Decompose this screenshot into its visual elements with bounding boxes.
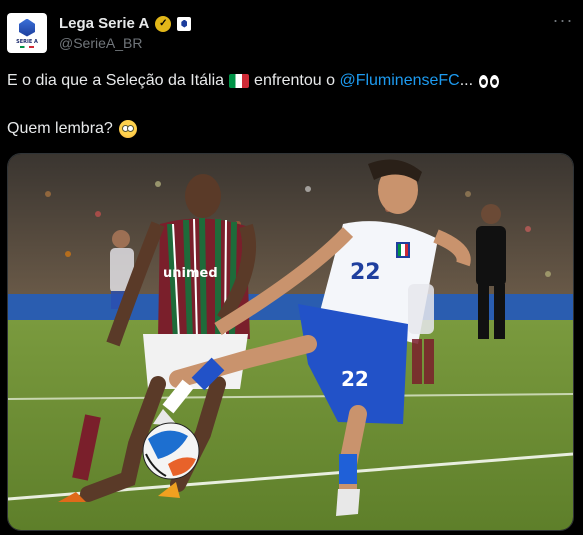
verified-badge-icon[interactable]: ✓ (155, 15, 172, 32)
tweet-text-part: E o dia que a Seleção da Itália (7, 72, 225, 89)
flushed-face-emoji-icon (118, 120, 137, 138)
football-match-photo: unimed 22 22 (8, 154, 573, 530)
avatar-text: SERIE A (16, 38, 38, 45)
italy-stripe-icon (20, 45, 34, 48)
author-handle[interactable]: @SerieA_BR (59, 35, 142, 51)
eyes-emoji-icon (479, 74, 500, 88)
affiliate-badge-icon[interactable] (177, 16, 192, 31)
author-avatar[interactable]: SERIE A (7, 13, 47, 53)
italy-flag-icon (229, 74, 250, 88)
jersey-number-shorts: 22 (341, 367, 369, 391)
tweet-card[interactable]: SERIE A Lega Serie A ✓ @SerieA_BR ··· E … (0, 0, 583, 535)
tweet-ellipsis: ... (459, 72, 474, 89)
more-options-icon[interactable]: ··· (550, 11, 576, 33)
tweet-media-photo[interactable]: unimed 22 22 (7, 153, 574, 531)
shirt-sponsor-text: unimed (163, 266, 218, 281)
author-name-row: Lega Serie A ✓ (59, 15, 192, 32)
author-display-name[interactable]: Lega Serie A (59, 15, 149, 32)
tweet-text-line-2: Quem lembra? (7, 120, 137, 138)
mention-link[interactable]: @FluminenseFC (339, 72, 459, 90)
jersey-number-shirt: 22 (350, 260, 381, 285)
serie-a-logo-icon (19, 18, 35, 37)
tweet-text-part: enfrentou o (254, 72, 335, 89)
tweet-text-part: Quem lembra? (7, 120, 113, 137)
football-ball (142, 422, 200, 480)
tweet-text-line-1: E o dia que a Seleção da Itália enfrento… (7, 72, 500, 90)
